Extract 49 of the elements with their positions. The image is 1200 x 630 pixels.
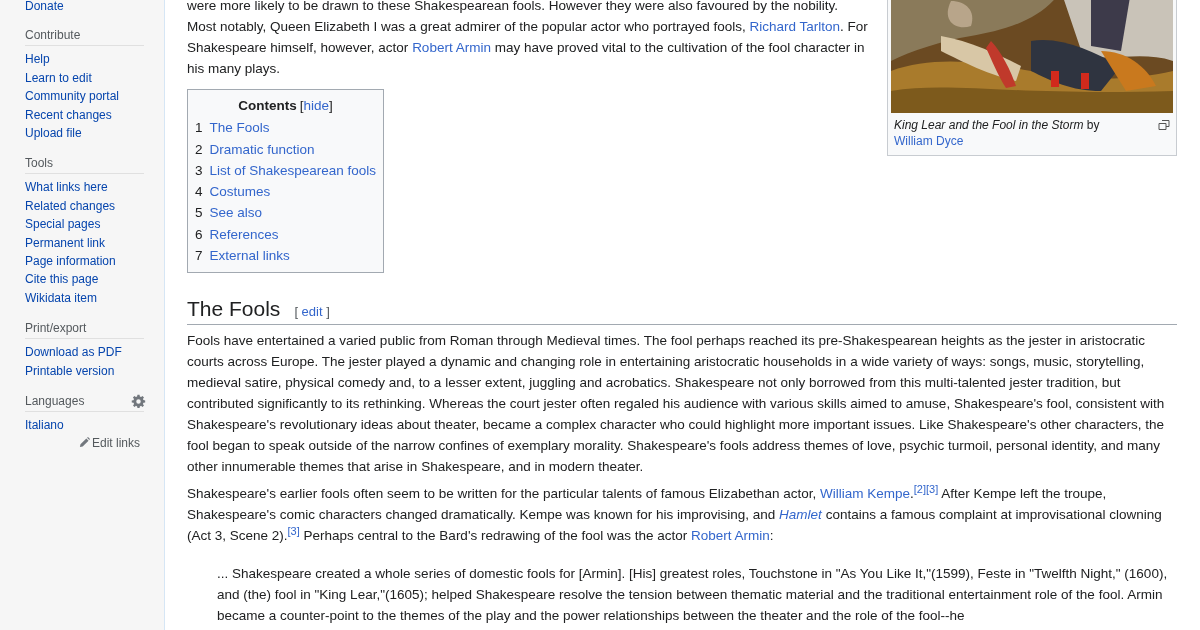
link[interactable]: William Kempe (819, 486, 910, 502)
sidebar-heading: Languages (25, 393, 85, 410)
sidebar-link[interactable]: Cite this page (25, 270, 99, 289)
sidebar-link[interactable]: Related changes (25, 196, 116, 216)
figure-caption: King Lear and the Fool in the Storm by William Dyce (894, 117, 1101, 149)
sidebar-link[interactable]: Page information (25, 252, 116, 271)
sidebar-link[interactable]: Learn to edit (25, 68, 92, 88)
sidebar-link[interactable]: Printable version (25, 361, 115, 381)
hide-toggle[interactable]: [hide] (299, 98, 333, 113)
sidebar-link[interactable]: Wikidata item (25, 288, 98, 308)
sidebar-link[interactable]: Recent changes (25, 105, 112, 125)
section-heading: The Fools (187, 296, 281, 323)
reference-link[interactable]: [2] (913, 482, 926, 495)
sidebar-link[interactable]: Download as PDF (25, 343, 122, 362)
reference-link[interactable]: [3] (925, 482, 939, 495)
toc-link[interactable]: 5 See also (195, 202, 377, 224)
reference-link[interactable]: [3] (287, 524, 300, 537)
enlarge-icon[interactable] (1158, 120, 1170, 130)
sidebar-link[interactable]: Italiano (25, 416, 64, 435)
sidebar-link[interactable]: Donate (25, 0, 64, 16)
sidebar-link[interactable]: Help (25, 50, 50, 69)
sidebar-heading: Print/export (25, 320, 87, 337)
link[interactable]: Richard Tarlton (749, 19, 841, 34)
sidebar-heading: Tools (25, 155, 53, 172)
toc-link[interactable]: 2 Dramatic function (195, 138, 377, 160)
sidebar-link[interactable]: Permanent link (25, 233, 106, 253)
toc-link[interactable]: 1 The Fools (195, 117, 377, 139)
sidebar-link[interactable]: Special pages (25, 215, 101, 234)
edit-links-link[interactable]: Edit links (78, 434, 140, 451)
author-link[interactable]: William Dyce (894, 134, 964, 148)
toc-link[interactable]: 6 References (195, 223, 377, 246)
toc-link[interactable]: 4 Costumes (195, 181, 377, 203)
sidebar-link[interactable]: Upload file (25, 124, 82, 143)
link[interactable]: Robert Armin (691, 528, 770, 544)
sidebar-link[interactable]: Community portal (25, 87, 120, 106)
settings-icon[interactable] (131, 393, 146, 409)
paragraph: were more likely to be drawn to these Shakespearean fools. However they were also favoured by the nobility. Most notably, Queen Elizabeth I was a great admirer of the popular actor who portrayed fools, Richard Tarlton. For Shakespeare himself, however, actor Robert Armin may have proved vital to the cultivation of the fool character in his many plays. (187, 0, 869, 78)
pencil-icon (78, 437, 90, 448)
edit-link[interactable]: [ edit ] (294, 301, 330, 323)
toc-title: Contents (238, 98, 297, 113)
paragraph: Fools have entertained a varied public from Roman through Medieval times. The fool perhaps reached its pre-Shakespearean heights as the jester in aristocratic courts across Europe. The jester played a dynamic and changing role in entertaining aristocratic households in a wide variety of ways: songs, music, storytelling, medieval satire, physical comedy and, to a lesser extent, juggling and acrobatics. Shakespeare not only borrowed from this multi-talented jester tradition, but contributed significantly to its rethinking. Whereas the court jester often regaled his audience with various skills aimed to amuse, Shakespeare's fool, consistent with Shakespeare's revolutionary ideas about theater, became a complex character who could highlight more important issues. Like Shakespeare's other characters, the fool began to speak outside of the narrow confines of exemplary morality. Shakespeare's fools address themes of love, psychic turmoil, personal identity, and many other innumerable themes that arise in Shakespeare, and in modern theater. (187, 332, 1166, 477)
link[interactable]: Hamlet (779, 507, 822, 523)
sidebar-link[interactable]: What links here (25, 178, 108, 197)
link[interactable]: Robert Armin (412, 40, 491, 55)
toc-link[interactable]: 7 External links (195, 245, 377, 267)
toc-link[interactable]: 3 List of Shakespearean fools (195, 159, 377, 182)
paragraph: Shakespeare's earlier fools often seem to be written for the particular talents of famous Elizabethan actor, William Kempe.$^{[2]}$$^{[3]}$ After Kempe left the troupe, Shakespeare's comic characters changed dramatically. Kempe was known for his improvising, and Hamlet contains a famous complaint at improvisational clowning (Act 3, Scene 2).$^{[3]}$ Perhaps central to the Bard's redrawing of the fool was the actor Robert Armin: (187, 483, 1163, 546)
quotation: ... Shakespeare created a whole series of domestic fools for [Armin]. [His] greatest roles, Touchstone in "As You Like It,"(1599), Feste in "Twelfth Night," (1600), and (the) fool in "King Lear,"(1605); helped Shakespeare resolve the tension between thematic material and the traditional entertainment role of the fool. Armin became a counter-point to the themes of the play and the power relationships between the theater and the role of the fool--he (217, 565, 1169, 626)
sidebar-heading: Contribute (25, 27, 81, 44)
